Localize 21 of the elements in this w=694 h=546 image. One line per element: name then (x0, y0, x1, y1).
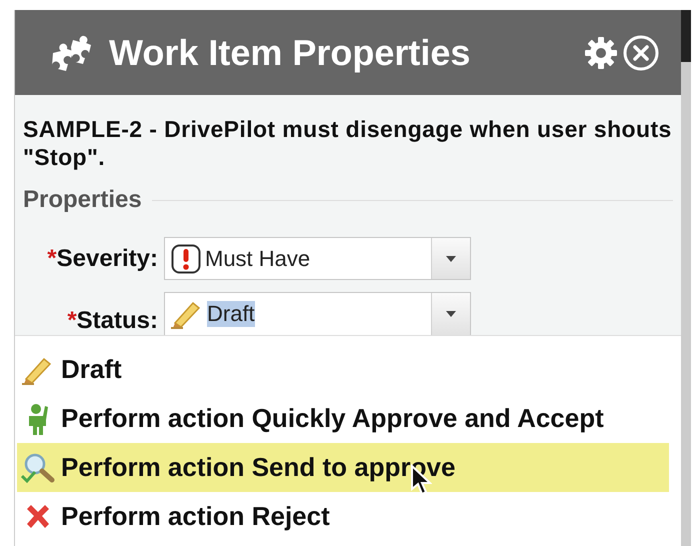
settings-icon[interactable] (583, 34, 619, 70)
required-mark: * (67, 307, 77, 334)
caret-icon (445, 254, 457, 262)
menu-item[interactable]: Perform action Reject (17, 492, 669, 541)
dropdown-field[interactable]: Draft (164, 292, 471, 335)
menu-item[interactable]: Draft (17, 345, 669, 394)
field-value: Must Have (205, 246, 310, 272)
window-title: Work Item Properties (109, 32, 472, 74)
exclamation-icon (171, 244, 201, 274)
pencil-icon (171, 299, 203, 329)
section-heading: Properties (23, 186, 142, 214)
field-label: Status: (76, 307, 158, 334)
caret-icon (445, 310, 457, 318)
required-mark: * (47, 244, 57, 272)
work-item-summary: SAMPLE-2 - DrivePilot must disengage when user shouts "Stop". (23, 115, 673, 171)
field-value: Draft (207, 301, 255, 327)
field-label: Severity: (56, 244, 158, 272)
scrollbar[interactable] (681, 10, 691, 546)
menu-item[interactable]: Perform action Quickly Approve and Accept (17, 394, 669, 443)
close-icon[interactable] (623, 34, 659, 70)
dropdown-field[interactable]: Must Have (164, 237, 471, 280)
